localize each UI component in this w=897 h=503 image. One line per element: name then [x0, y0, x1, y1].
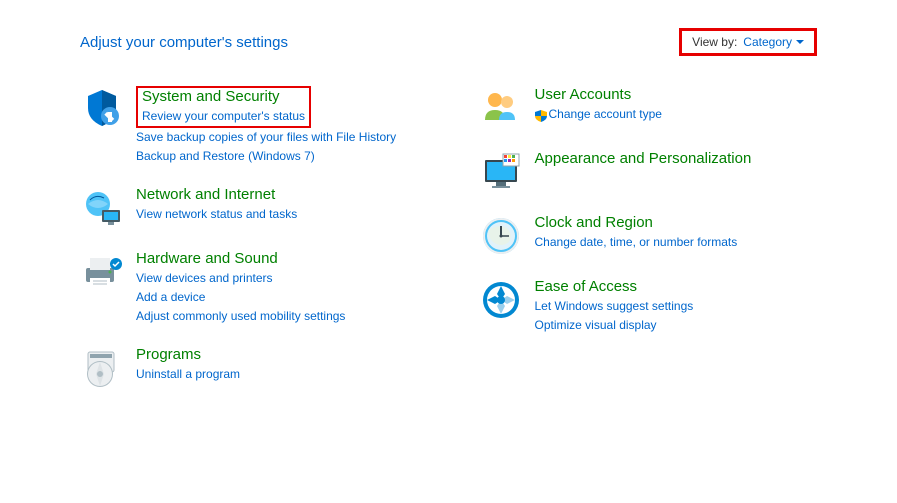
- user-accounts-icon[interactable]: [479, 86, 523, 130]
- category-system-security: System and Security Review your computer…: [80, 86, 419, 166]
- category-title-ease-access[interactable]: Ease of Access: [535, 278, 818, 295]
- link-add-device[interactable]: Add a device: [136, 288, 419, 306]
- category-title-clock[interactable]: Clock and Region: [535, 214, 818, 231]
- category-title-appearance[interactable]: Appearance and Personalization: [535, 150, 818, 167]
- view-by-label: View by:: [692, 35, 737, 49]
- network-globe-icon[interactable]: [80, 186, 124, 230]
- link-file-history[interactable]: Save backup copies of your files with Fi…: [136, 128, 419, 146]
- category-network: Network and Internet View network status…: [80, 186, 419, 230]
- category-programs: Programs Uninstall a program: [80, 346, 419, 390]
- category-appearance: Appearance and Personalization: [479, 150, 818, 194]
- category-title-hardware[interactable]: Hardware and Sound: [136, 250, 419, 267]
- link-optimize-display[interactable]: Optimize visual display: [535, 316, 818, 334]
- printer-hardware-icon[interactable]: [80, 250, 124, 294]
- link-review-status[interactable]: Review your computer's status: [142, 107, 305, 125]
- link-suggest-settings[interactable]: Let Windows suggest settings: [535, 297, 818, 315]
- category-clock-region: Clock and Region Change date, time, or n…: [479, 214, 818, 258]
- category-title-system-security[interactable]: System and Security: [142, 88, 305, 105]
- link-backup-restore[interactable]: Backup and Restore (Windows 7): [136, 147, 419, 165]
- link-date-time-format[interactable]: Change date, time, or number formats: [535, 233, 818, 251]
- ease-of-access-icon[interactable]: [479, 278, 523, 322]
- category-hardware: Hardware and Sound View devices and prin…: [80, 250, 419, 326]
- monitor-appearance-icon[interactable]: [479, 150, 523, 194]
- link-uninstall[interactable]: Uninstall a program: [136, 365, 419, 383]
- left-column: System and Security Review your computer…: [80, 86, 419, 410]
- category-title-programs[interactable]: Programs: [136, 346, 419, 363]
- highlight-annotation: System and Security Review your computer…: [136, 86, 311, 128]
- link-change-account-type[interactable]: Change account type: [535, 105, 818, 123]
- shield-security-icon[interactable]: [80, 86, 124, 130]
- uac-shield-icon: [535, 109, 547, 121]
- category-title-network[interactable]: Network and Internet: [136, 186, 419, 203]
- view-by-dropdown[interactable]: View by: Category: [679, 28, 817, 56]
- link-network-status[interactable]: View network status and tasks: [136, 205, 419, 223]
- chevron-down-icon: [796, 40, 804, 44]
- clock-globe-icon[interactable]: [479, 214, 523, 258]
- category-user-accounts: User Accounts Change account type: [479, 86, 818, 130]
- category-ease-access: Ease of Access Let Windows suggest setti…: [479, 278, 818, 335]
- right-column: User Accounts Change account type: [479, 86, 818, 410]
- link-mobility-settings[interactable]: Adjust commonly used mobility settings: [136, 307, 419, 325]
- category-title-user-accounts[interactable]: User Accounts: [535, 86, 818, 103]
- disc-programs-icon[interactable]: [80, 346, 124, 390]
- link-devices-printers[interactable]: View devices and printers: [136, 269, 419, 287]
- view-by-value: Category: [743, 35, 804, 49]
- page-title: Adjust your computer's settings: [80, 34, 288, 51]
